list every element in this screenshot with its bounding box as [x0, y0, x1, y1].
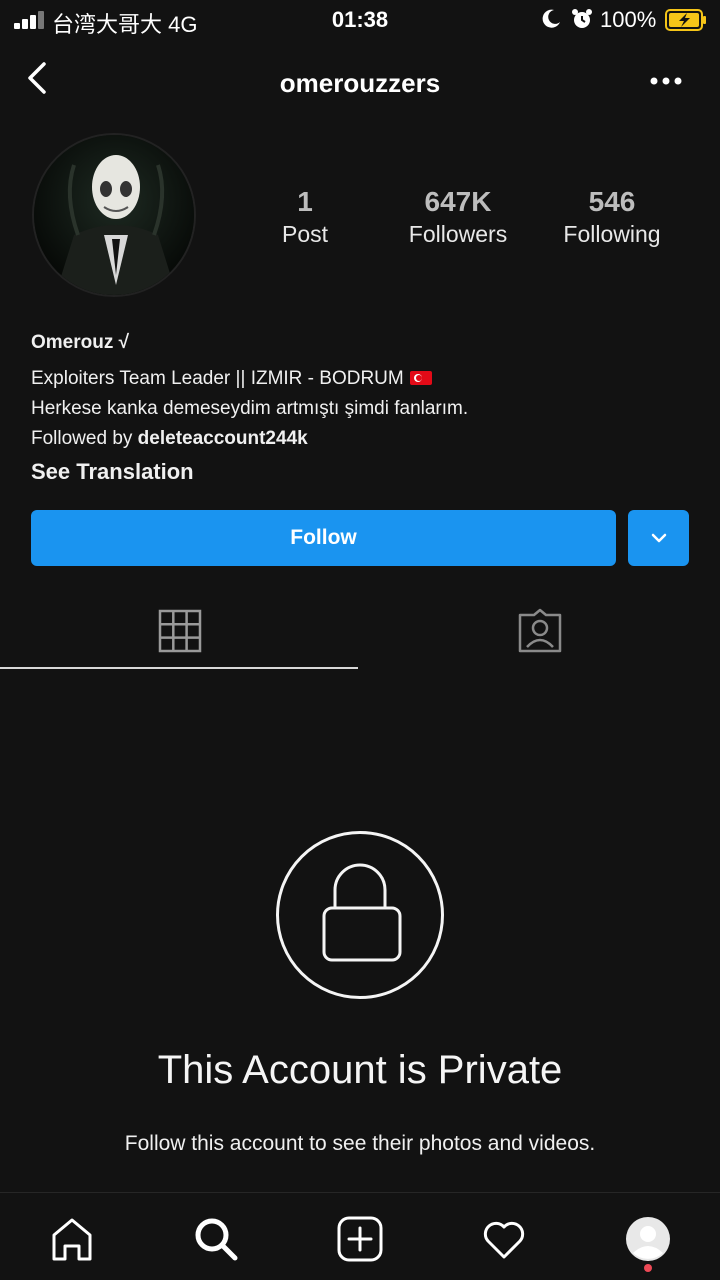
search-icon: [195, 1218, 238, 1261]
posts-count: 1: [297, 186, 313, 217]
turkey-flag-icon: [409, 371, 432, 385]
tab-grid[interactable]: [0, 595, 360, 667]
chevron-down-icon: [651, 533, 666, 543]
username-title: omerouzzers: [279, 68, 441, 98]
followed-by[interactable]: Followed by deleteaccount244k: [31, 424, 691, 454]
profile-avatar[interactable]: [32, 133, 196, 297]
private-lock-badge: [276, 831, 444, 999]
heart-icon: [483, 1221, 525, 1259]
followed-by-prefix: Followed by: [31, 428, 138, 449]
lock-icon: [322, 863, 402, 962]
tagged-person-icon: [518, 608, 562, 653]
bio-line-1: Exploiters Team Leader || IZMIR - BODRUM: [31, 364, 691, 394]
moon-icon: [542, 9, 560, 28]
profile-header: omerouzzers: [0, 50, 720, 114]
followers-count: 647K: [424, 186, 492, 217]
followed-by-user[interactable]: deleteaccount244k: [138, 428, 308, 449]
nav-home[interactable]: [46, 1213, 98, 1265]
profile-bio: Omerouz √ Exploiters Team Leader || IZMI…: [31, 330, 691, 488]
stat-posts[interactable]: 1 Post: [225, 186, 385, 250]
active-tab-indicator: [0, 667, 358, 669]
profile-avatar-icon: [626, 1217, 670, 1261]
follow-button[interactable]: Follow: [31, 510, 616, 566]
posts-label: Post: [281, 221, 329, 247]
add-post-icon: [337, 1216, 383, 1262]
bio-text-1: Exploiters Team Leader || IZMIR - BODRUM: [31, 368, 404, 389]
see-translation-link[interactable]: See Translation: [31, 456, 691, 488]
followers-label: Followers: [408, 221, 508, 247]
stat-followers[interactable]: 647K Followers: [378, 186, 538, 250]
stat-following[interactable]: 546 Following: [532, 186, 692, 250]
display-name: Omerouz √: [31, 332, 130, 353]
alarm-icon: [572, 9, 592, 28]
nav-new-post[interactable]: [334, 1213, 386, 1265]
grid-icon: [158, 609, 202, 653]
bottom-navigation: [0, 1192, 720, 1280]
private-account-subtitle: Follow this account to see their photos …: [124, 1132, 596, 1155]
avatar-image: [34, 135, 194, 295]
notification-dot: [644, 1264, 652, 1272]
following-count: 546: [588, 186, 636, 217]
battery-percent: 100%: [600, 7, 657, 32]
home-icon: [52, 1218, 92, 1261]
nav-profile[interactable]: [622, 1213, 674, 1265]
bio-line-2: Herkese kanka demeseydim artmıştı şimdi …: [31, 398, 469, 419]
battery-charging-icon: [665, 9, 706, 31]
nav-activity[interactable]: [478, 1213, 530, 1265]
tab-tagged[interactable]: [360, 595, 720, 667]
following-label: Following: [563, 221, 661, 247]
private-account-title: This Account is Private: [157, 1048, 563, 1092]
nav-search[interactable]: [190, 1213, 242, 1265]
suggested-accounts-button[interactable]: [628, 510, 689, 566]
status-bar: 台湾大哥大 4G 01:38 100%: [0, 0, 720, 40]
more-options-icon[interactable]: [646, 68, 686, 94]
